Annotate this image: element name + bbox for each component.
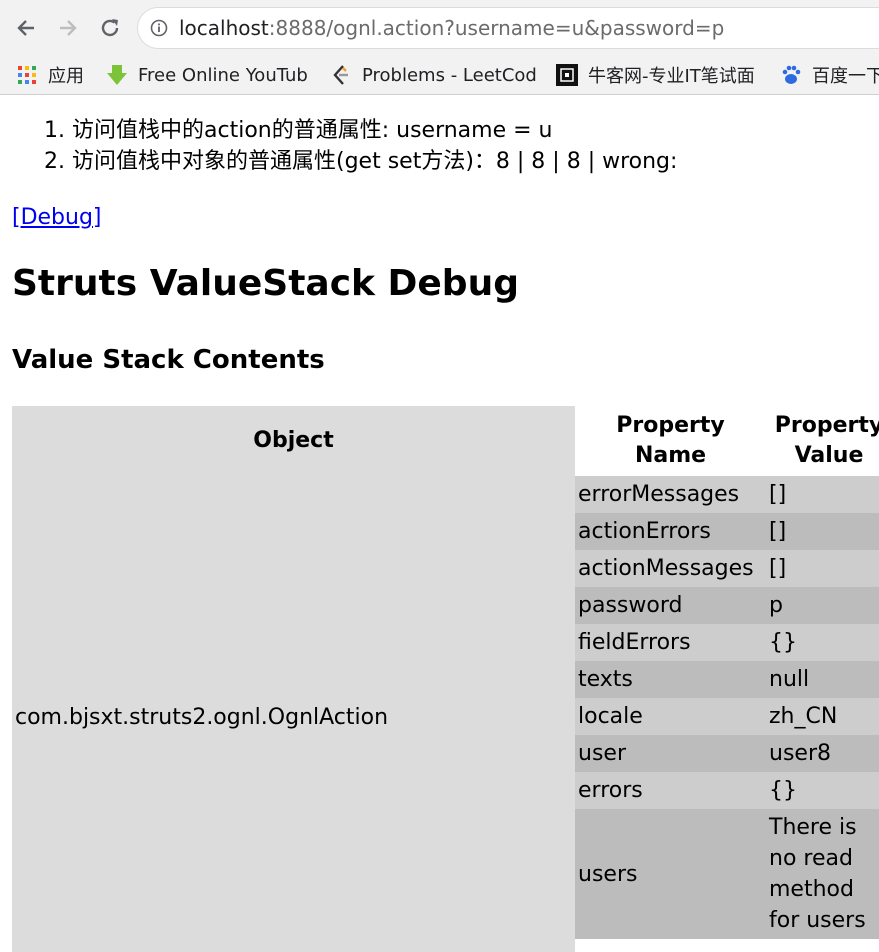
list-item: 访问值栈中的action的普通属性: username = u [72, 115, 677, 146]
address-bar[interactable]: localhost:8888/ognl.action?username=u&pa… [138, 8, 879, 48]
nowcoder-icon [556, 64, 578, 86]
property-value: {} [766, 624, 879, 661]
table-header-row: Object Property Name Property Value [12, 406, 879, 476]
property-name: texts [575, 661, 766, 698]
table-row: com.bjsxt.struts2.ognl.OgnlAction errorM… [12, 476, 879, 952]
forward-arrow-icon [60, 20, 77, 36]
url-path: :8888/ognl.action?username=u&password=p [268, 16, 725, 40]
property-value: [] [766, 513, 879, 550]
page-title: Struts ValueStack Debug [12, 263, 519, 304]
property-name: password [575, 587, 766, 624]
section-heading: Value Stack Contents [12, 345, 325, 375]
property-name-header: Property Name [575, 406, 766, 476]
property-name: errorMessages [575, 476, 766, 513]
bookmark-label: Free Online YouTub [138, 64, 308, 86]
bookmark-label: 百度一下 [812, 66, 879, 87]
debug-link[interactable]: [Debug] [12, 205, 102, 230]
bookmark-label: Problems - LeetCod [362, 64, 537, 86]
result-list: 访问值栈中的action的普通属性: username = u 访问值栈中对象的… [0, 115, 677, 177]
property-name: actionMessages [575, 550, 766, 587]
property-name: users [575, 809, 766, 939]
bookmark-youtube-downloader[interactable]: Free Online YouTub [106, 62, 312, 88]
bookmark-nowcoder[interactable]: 牛客网-专业IT笔试面 [556, 62, 762, 88]
bookmark-leetcode[interactable]: Problems - LeetCod [330, 62, 538, 88]
baidu-paw-icon [780, 64, 802, 86]
bookmark-label: 应用 [48, 66, 84, 87]
property-value: zh_CN [766, 698, 879, 735]
object-header: Object [12, 406, 575, 476]
property-name: errors [575, 772, 766, 809]
property-value: null [766, 661, 879, 698]
property-value: There is no read method for users [766, 809, 879, 939]
value-stack-table: Object Property Name Property Value com.… [12, 406, 879, 952]
property-value: [] [766, 550, 879, 587]
bookmark-apps[interactable]: 应用 [16, 62, 92, 88]
url-host: localhost [179, 16, 269, 40]
table-filler-cell [766, 939, 879, 952]
browser-toolbar: localhost:8888/ognl.action?username=u&pa… [0, 0, 879, 56]
back-arrow-icon [17, 20, 34, 36]
list-item: 访问值栈中对象的普通属性(get set方法)：8 | 8 | 8 | wron… [72, 146, 677, 177]
property-value: [] [766, 476, 879, 513]
property-name: actionErrors [575, 513, 766, 550]
bookmark-baidu[interactable]: 百度一下 [780, 62, 879, 88]
reload-button[interactable] [94, 12, 126, 44]
forward-button[interactable] [52, 12, 84, 44]
property-name: locale [575, 698, 766, 735]
back-button[interactable] [10, 12, 42, 44]
table-filler-cell [575, 939, 766, 952]
property-value: {} [766, 772, 879, 809]
property-value: p [766, 587, 879, 624]
property-value-header: Property Value [766, 406, 879, 476]
url-text[interactable]: localhost:8888/ognl.action?username=u&pa… [179, 16, 724, 40]
leetcode-icon [330, 64, 352, 86]
bookmarks-bar: 应用 Free Online YouTub Problems - LeetCod [0, 56, 879, 95]
download-arrow-icon [106, 64, 128, 86]
property-value: user8 [766, 735, 879, 772]
info-icon[interactable] [150, 19, 168, 37]
reload-icon [101, 19, 119, 37]
page-content: 访问值栈中的action的普通属性: username = u 访问值栈中对象的… [0, 95, 879, 952]
property-name: fieldErrors [575, 624, 766, 661]
apps-grid-icon [16, 64, 38, 86]
object-class-name: com.bjsxt.struts2.ognl.OgnlAction [12, 476, 575, 952]
property-name: user [575, 735, 766, 772]
bookmark-label: 牛客网-专业IT笔试面 [588, 66, 755, 87]
